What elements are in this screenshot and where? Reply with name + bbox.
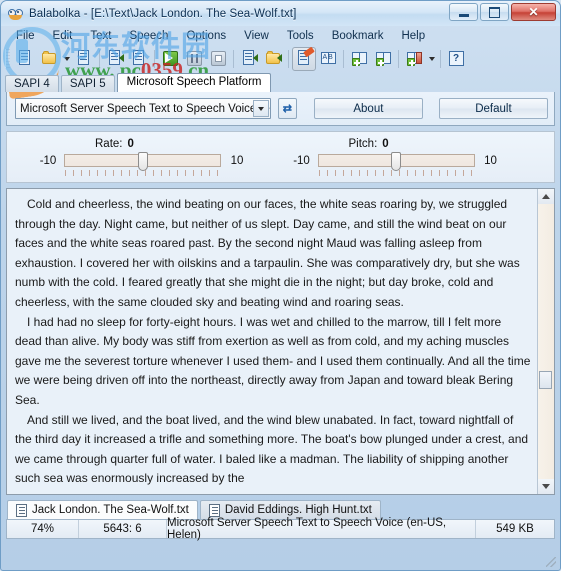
goto-bookmark-icon[interactable]	[371, 47, 395, 71]
window-controls: ✕	[449, 3, 556, 21]
menu-file[interactable]: File	[7, 29, 44, 43]
pitch-slider[interactable]	[317, 152, 476, 176]
spellcheck-ab-icon[interactable]: AB	[316, 47, 340, 71]
minimize-button[interactable]	[449, 3, 478, 21]
add-bookmark-icon[interactable]	[347, 47, 371, 71]
rate-slider[interactable]	[64, 152, 222, 176]
document-tab-strip: Jack London. The Sea-Wolf.txt David Eddi…	[7, 497, 555, 519]
new-document-icon[interactable]	[13, 47, 37, 71]
play-selection-icon[interactable]	[237, 47, 261, 71]
rate-min-label: -10	[39, 154, 57, 167]
status-voice-name: Microsoft Server Speech Text to Speech V…	[167, 517, 476, 541]
rate-max-label: 10	[230, 154, 244, 167]
text-paragraph: And still we lived, and the boat lived, …	[15, 412, 529, 486]
status-file-size: 549 KB	[496, 523, 534, 535]
edit-text-icon[interactable]	[292, 46, 316, 71]
close-button[interactable]: ✕	[511, 3, 556, 21]
toolbar-separator	[440, 49, 441, 68]
play-icon[interactable]	[158, 47, 182, 71]
status-cursor-position: 5643: 6	[79, 520, 167, 538]
window-title: Balabolka - [E:\Text\Jack London. The Se…	[29, 7, 297, 20]
rate-slider-ticks	[65, 170, 222, 176]
play-folder-icon[interactable]	[261, 47, 285, 71]
scrollbar-thumb[interactable]	[539, 371, 552, 389]
text-paragraph: I had had no sleep for forty-eight hours…	[15, 314, 531, 407]
pitch-value: 0	[382, 138, 389, 150]
text-editor-content[interactable]: Cold and cheerless, the wind beating on …	[7, 189, 537, 494]
menu-view[interactable]: View	[235, 29, 278, 43]
about-button[interactable]: About	[313, 98, 423, 119]
help-icon[interactable]: ?	[444, 47, 468, 71]
status-zoom: 74%	[7, 520, 79, 538]
resize-grip-icon[interactable]	[546, 557, 556, 567]
toolbar-separator	[233, 49, 234, 68]
balabolka-face-icon	[8, 7, 24, 21]
application-window: Balabolka - [E:\Text\Jack London. The Se…	[0, 0, 561, 571]
default-button[interactable]: Default	[438, 98, 548, 119]
save-audio-icon[interactable]	[103, 47, 127, 71]
voice-row: Microsoft Server Speech Text to Speech V…	[15, 98, 548, 119]
bookmark-dropdown-arrow-icon[interactable]	[426, 47, 437, 71]
voice-select-value: Microsoft Server Speech Text to Speech V…	[20, 102, 270, 115]
menu-text[interactable]: Text	[81, 29, 120, 43]
toolbar-grip[interactable]	[5, 49, 10, 68]
rate-slider-thumb[interactable]	[137, 152, 148, 171]
toolbar-separator	[154, 49, 155, 68]
menu-bar: File Edit Text Speech Options View Tools…	[1, 26, 560, 45]
text-paragraph: Cold and cheerless, the wind beating on …	[15, 197, 520, 309]
document-tab-label: David Eddings. High Hunt.txt	[224, 504, 372, 516]
status-bar: 74% 5643: 6 Microsoft Server Speech Text…	[6, 517, 555, 541]
text-vertical-scrollbar[interactable]	[537, 189, 554, 494]
open-file-icon[interactable]	[37, 47, 61, 71]
pitch-slider-thumb[interactable]	[391, 152, 401, 171]
file-icon	[16, 503, 27, 517]
menu-bookmark[interactable]: Bookmark	[323, 29, 393, 43]
pitch-slider-group: Pitch: 0 -10 10	[281, 137, 555, 178]
toolbar-separator	[398, 49, 399, 68]
refresh-voices-icon[interactable]: ⇄	[277, 98, 297, 119]
file-icon	[208, 503, 220, 517]
toolbar-separator	[343, 49, 344, 68]
toolbar-separator	[99, 49, 100, 68]
pause-icon[interactable]	[182, 47, 206, 71]
rate-slider-group: Rate: 0 -10 10	[7, 137, 281, 178]
save-file-icon[interactable]	[72, 47, 96, 71]
pitch-slider-ticks	[318, 170, 476, 176]
bookmark-list-icon[interactable]	[402, 47, 426, 71]
rate-value: 0	[127, 138, 134, 150]
maximize-button[interactable]	[480, 3, 509, 21]
voice-select[interactable]: Microsoft Server Speech Text to Speech V…	[15, 98, 271, 119]
menu-edit[interactable]: Edit	[44, 29, 82, 43]
open-dropdown-arrow-icon[interactable]	[61, 47, 72, 71]
tab-microsoft-speech-platform[interactable]: Microsoft Speech Platform	[116, 73, 272, 92]
scroll-up-arrow-icon[interactable]	[538, 189, 554, 204]
batch-file-icon[interactable]	[127, 47, 151, 71]
document-tab-label: Jack London. The Sea-Wolf.txt	[32, 504, 189, 516]
voice-select-chevron-down-icon[interactable]	[252, 100, 269, 117]
menu-speech[interactable]: Speech	[120, 29, 177, 43]
rate-label: Rate: 0	[95, 138, 134, 150]
menu-help[interactable]: Help	[392, 29, 434, 43]
text-editor[interactable]: Cold and cheerless, the wind beating on …	[6, 188, 555, 495]
scroll-down-arrow-icon[interactable]	[538, 479, 554, 494]
menu-options[interactable]: Options	[177, 29, 235, 43]
engine-tab-strip: SAPI 4 SAPI 5 Microsoft Speech Platform	[1, 72, 560, 92]
toolbar-separator	[288, 49, 289, 68]
pitch-min-label: -10	[293, 154, 310, 167]
tab-sapi5[interactable]: SAPI 5	[60, 75, 115, 92]
menu-tools[interactable]: Tools	[278, 29, 323, 43]
engine-panel: Microsoft Server Speech Text to Speech V…	[6, 92, 555, 126]
title-bar: Balabolka - [E:\Text\Jack London. The Se…	[1, 1, 560, 26]
pitch-label: Pitch: 0	[348, 138, 389, 150]
stop-icon[interactable]	[206, 47, 230, 71]
speech-parameters-panel: Rate: 0 -10 10 Pitch: 0 -10 10	[6, 131, 555, 183]
tab-sapi4[interactable]: SAPI 4	[5, 75, 59, 92]
main-toolbar: AB ?	[1, 45, 560, 72]
pitch-max-label: 10	[484, 154, 497, 167]
